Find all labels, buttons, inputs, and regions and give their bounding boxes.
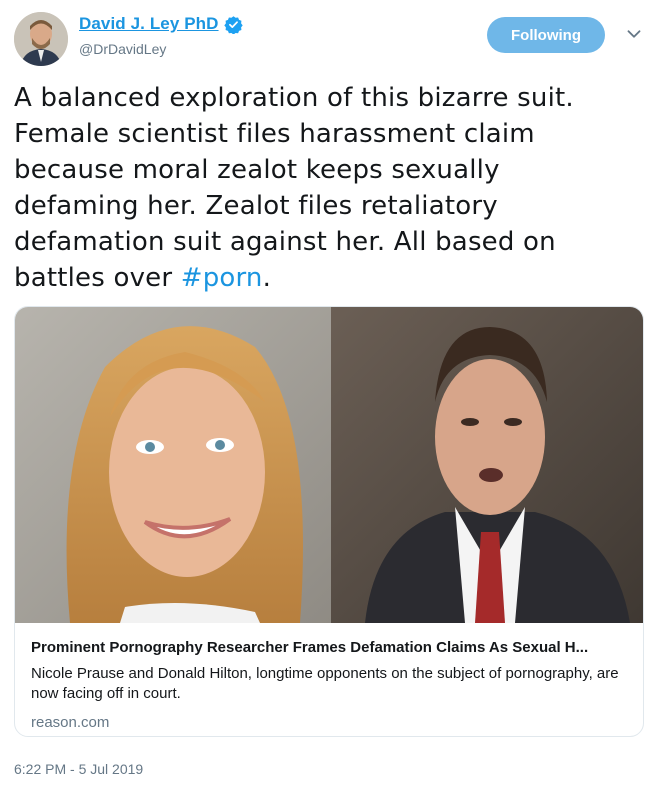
card-title[interactable]: Prominent Pornography Researcher Frames … bbox=[31, 638, 629, 658]
card-image bbox=[15, 307, 643, 623]
hashtag-link[interactable]: #porn bbox=[181, 263, 263, 293]
card-domain: reason.com bbox=[31, 714, 110, 731]
avatar-image bbox=[14, 12, 68, 66]
verified-badge-icon bbox=[223, 15, 243, 34]
avatar[interactable] bbox=[14, 12, 68, 66]
chevron-down-icon[interactable] bbox=[623, 23, 645, 45]
tweet-text-prefix: battles over bbox=[14, 263, 181, 293]
following-button[interactable]: Following bbox=[487, 17, 605, 53]
tweet-text: A balanced exploration of this bizarre s… bbox=[14, 80, 639, 296]
card-body: Prominent Pornography Researcher Frames … bbox=[15, 623, 643, 736]
tweet-header: David J. Ley PhD @DrDavidLey Following bbox=[14, 12, 644, 68]
tweet-text-suffix: . bbox=[262, 263, 272, 293]
tweet-line: defamation suit against her. All based o… bbox=[14, 227, 556, 257]
name-row: David J. Ley PhD bbox=[79, 14, 243, 34]
tweet-line-last: battles over #porn. bbox=[14, 260, 639, 296]
card-description: Nicole Prause and Donald Hilton, longtim… bbox=[31, 665, 619, 702]
author-display-name[interactable]: David J. Ley PhD bbox=[79, 14, 219, 34]
tweet-line: Female scientist files harassment claim bbox=[14, 119, 535, 149]
author-handle[interactable]: @DrDavidLey bbox=[79, 41, 166, 57]
tweet-line: A balanced exploration of this bizarre s… bbox=[14, 83, 574, 113]
tweet-timestamp[interactable]: 6:22 PM - 5 Jul 2019 bbox=[14, 761, 143, 777]
tweet-line: because moral zealot keeps sexually bbox=[14, 155, 500, 185]
link-preview-card[interactable]: Prominent Pornography Researcher Frames … bbox=[14, 306, 644, 737]
tweet-line: defaming her. Zealot files retaliatory bbox=[14, 191, 498, 221]
